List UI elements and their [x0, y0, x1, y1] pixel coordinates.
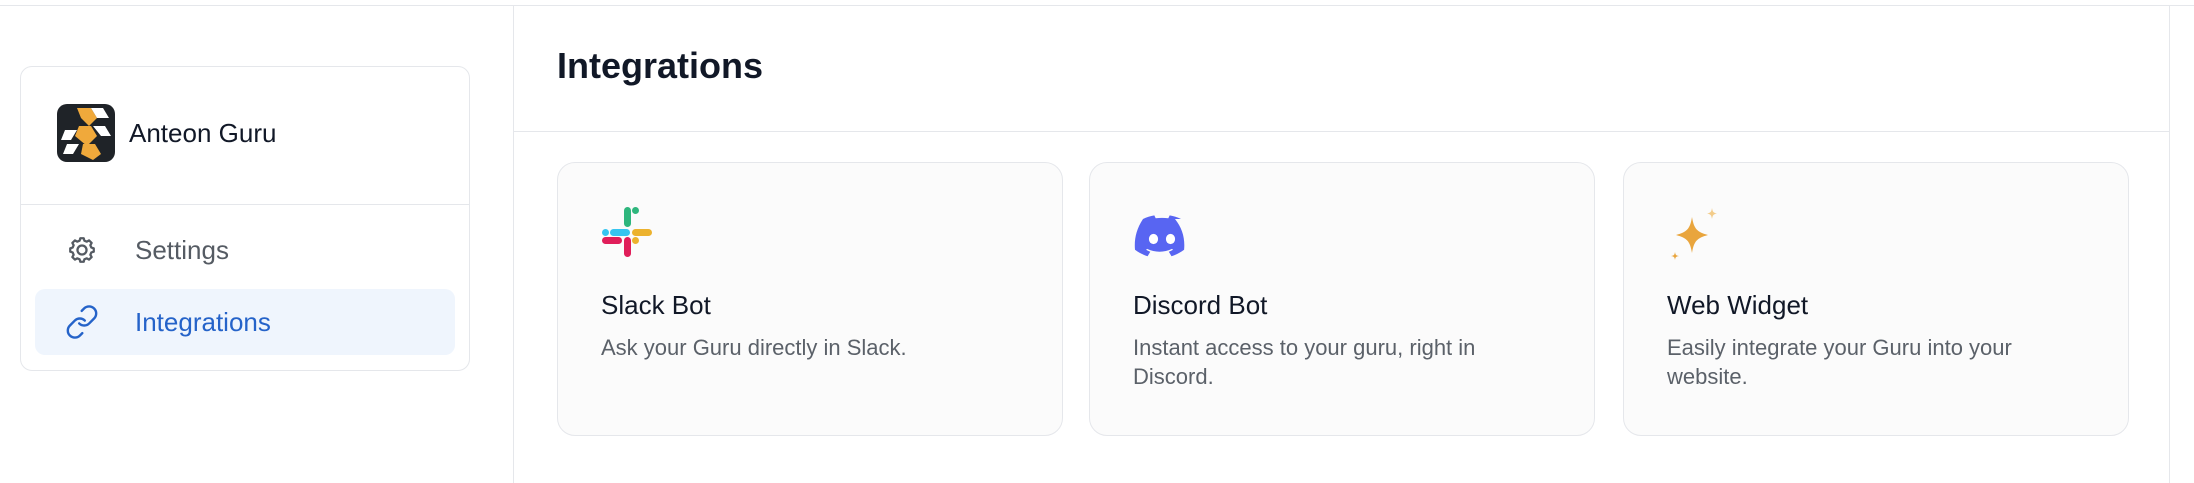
slack-bot-card[interactable]: Slack Bot Ask your Guru directly in Slac…	[557, 162, 1063, 436]
web-widget-card[interactable]: Web Widget Easily integrate your Guru in…	[1623, 162, 2129, 436]
discord-bot-card[interactable]: Discord Bot Instant access to your guru,…	[1089, 162, 1595, 436]
slack-icon	[600, 205, 660, 265]
sidebar-item-label: Integrations	[135, 307, 271, 337]
gear-icon	[65, 233, 99, 267]
sidebar-item-label: Settings	[135, 235, 229, 265]
sparkle-icon	[1666, 205, 1726, 265]
anteon-logo-icon	[57, 104, 115, 162]
card-description: Instant access to your guru, right in Di…	[1133, 335, 1476, 389]
link-icon	[65, 305, 99, 339]
card-title: Web Widget	[1667, 290, 1809, 320]
page-header: Integrations	[514, 6, 2169, 132]
card-description: Easily integrate your Guru into your web…	[1667, 335, 2012, 389]
guru-name[interactable]: Anteon Guru	[129, 117, 276, 149]
sidebar: Anteon Guru Settings Integrations	[20, 66, 470, 371]
sidebar-item-integrations[interactable]: Integrations	[35, 289, 455, 355]
card-description: Ask your Guru directly in Slack.	[601, 335, 907, 360]
discord-icon	[1132, 205, 1192, 265]
card-title: Slack Bot	[601, 290, 711, 320]
guru-header: Anteon Guru	[21, 67, 469, 205]
sidebar-column: Anteon Guru Settings Integrations	[0, 6, 514, 483]
card-title: Discord Bot	[1133, 290, 1268, 320]
sidebar-item-settings[interactable]: Settings	[35, 217, 455, 283]
main-content: Integrations Slack Bot Ask your Guru dir…	[514, 6, 2170, 483]
page-title: Integrations	[557, 45, 764, 86]
